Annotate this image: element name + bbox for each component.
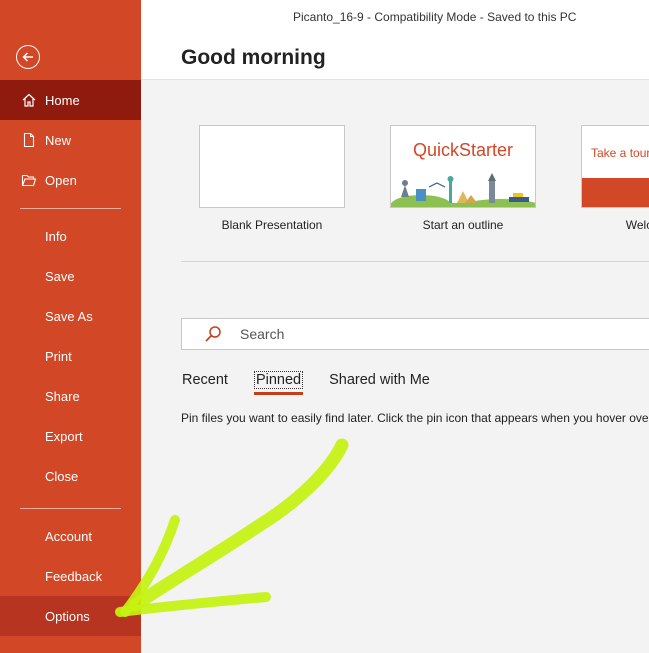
sidebar-item-options[interactable]: Options [0, 596, 141, 636]
sidebar-item-save[interactable]: Save [0, 256, 141, 296]
sidebar-divider [20, 508, 121, 509]
section-divider [181, 261, 649, 262]
template-caption: Blank Presentation [221, 218, 323, 232]
template-welcome-tour[interactable]: Take a tour Welcome t [581, 125, 649, 232]
sidebar-item-label: Save [45, 268, 75, 284]
back-button[interactable] [16, 45, 40, 69]
sidebar-item-info[interactable]: Info [0, 216, 141, 256]
template-caption: Welcome t [625, 218, 649, 232]
sidebar-item-label: Share [45, 388, 80, 404]
sidebar-divider [20, 208, 121, 209]
template-caption: Start an outline [422, 218, 504, 232]
sidebar-item-account[interactable]: Account [0, 516, 141, 556]
sidebar-item-share[interactable]: Share [0, 376, 141, 416]
sidebar-item-label: Account [45, 528, 92, 544]
sidebar-item-label: New [45, 132, 72, 148]
template-blank-presentation[interactable]: Blank Presentation [199, 125, 345, 232]
sidebar-item-label: Options [45, 608, 90, 624]
sidebar-item-open[interactable]: Open [0, 160, 141, 200]
tab-shared-with-me[interactable]: Shared with Me [329, 372, 430, 392]
template-thumbnail[interactable]: QuickStarter [390, 125, 536, 208]
file-tabs: Recent Pinned Shared with Me [182, 371, 456, 395]
new-document-icon [19, 130, 39, 150]
quickstarter-title: QuickStarter [412, 140, 514, 160]
pinned-empty-message: Pin files you want to easily find later.… [181, 411, 649, 425]
backstage-main: Picanto_16-9 - Compatibility Mode - Save… [141, 0, 649, 653]
sidebar-item-save-as[interactable]: Save As [0, 296, 141, 336]
sidebar-item-export[interactable]: Export [0, 416, 141, 456]
sidebar-item-new[interactable]: New [0, 120, 141, 160]
sidebar-item-label: Save As [45, 308, 93, 324]
sidebar-item-label: Home [45, 92, 80, 108]
home-icon [19, 90, 39, 110]
quickstarter-illustration [391, 173, 535, 207]
window-title: Picanto_16-9 - Compatibility Mode - Save… [293, 10, 577, 24]
tour-thumb-text: Take a tour [591, 146, 649, 160]
search-input[interactable] [240, 326, 620, 342]
sidebar-item-label: Print [45, 348, 72, 364]
tab-pinned[interactable]: Pinned [253, 371, 304, 395]
tab-recent[interactable]: Recent [182, 372, 228, 392]
sidebar-item-label: Export [45, 428, 83, 444]
template-thumbnail[interactable]: Take a tour [581, 125, 649, 208]
template-thumbnail[interactable] [199, 125, 345, 208]
search-box[interactable] [181, 318, 649, 350]
search-icon [205, 326, 221, 342]
sidebar-item-label: Open [45, 172, 77, 188]
sidebar-item-label: Info [45, 228, 67, 244]
tour-thumb-bar [582, 178, 649, 207]
template-start-outline[interactable]: QuickStarter Start an outline [390, 125, 536, 232]
backstage-sidebar: Home New Open Info Save Save As Print Sh… [0, 0, 141, 653]
sidebar-item-print[interactable]: Print [0, 336, 141, 376]
sidebar-item-home[interactable]: Home [0, 80, 141, 120]
sidebar-item-feedback[interactable]: Feedback [0, 556, 141, 596]
sidebar-item-label: Feedback [45, 568, 103, 584]
sidebar-item-label: Close [45, 468, 79, 484]
page-title: Good morning [181, 46, 326, 69]
sidebar-item-close[interactable]: Close [0, 456, 141, 496]
back-arrow-icon [22, 52, 33, 62]
open-folder-icon [19, 170, 39, 190]
